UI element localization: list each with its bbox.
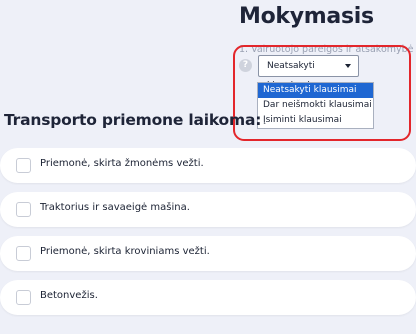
answer-label: Traktorius ir savaeigė mašina. [40, 202, 190, 213]
answer-checkbox[interactable] [16, 158, 31, 173]
answer-option[interactable]: Traktorius ir savaeigė mašina. [0, 192, 416, 227]
answer-label: Priemonė, skirta kroviniams vežti. [40, 246, 210, 257]
answer-checkbox[interactable] [16, 290, 31, 305]
answer-label: Priemonė, skirta žmonėms vežti. [40, 158, 204, 169]
answer-option[interactable]: Priemonė, skirta žmonėms vežti. [0, 148, 416, 183]
answer-label: Betonvežis. [40, 290, 98, 301]
question-text: Transporto priemone laikoma: [4, 111, 262, 129]
answer-option[interactable]: Betonvežis. [0, 280, 416, 315]
answer-checkbox[interactable] [16, 246, 31, 261]
answer-checkbox[interactable] [16, 202, 31, 217]
answer-option[interactable]: Priemonė, skirta kroviniams vežti. [0, 236, 416, 271]
page-title: Mokymasis [239, 4, 374, 29]
